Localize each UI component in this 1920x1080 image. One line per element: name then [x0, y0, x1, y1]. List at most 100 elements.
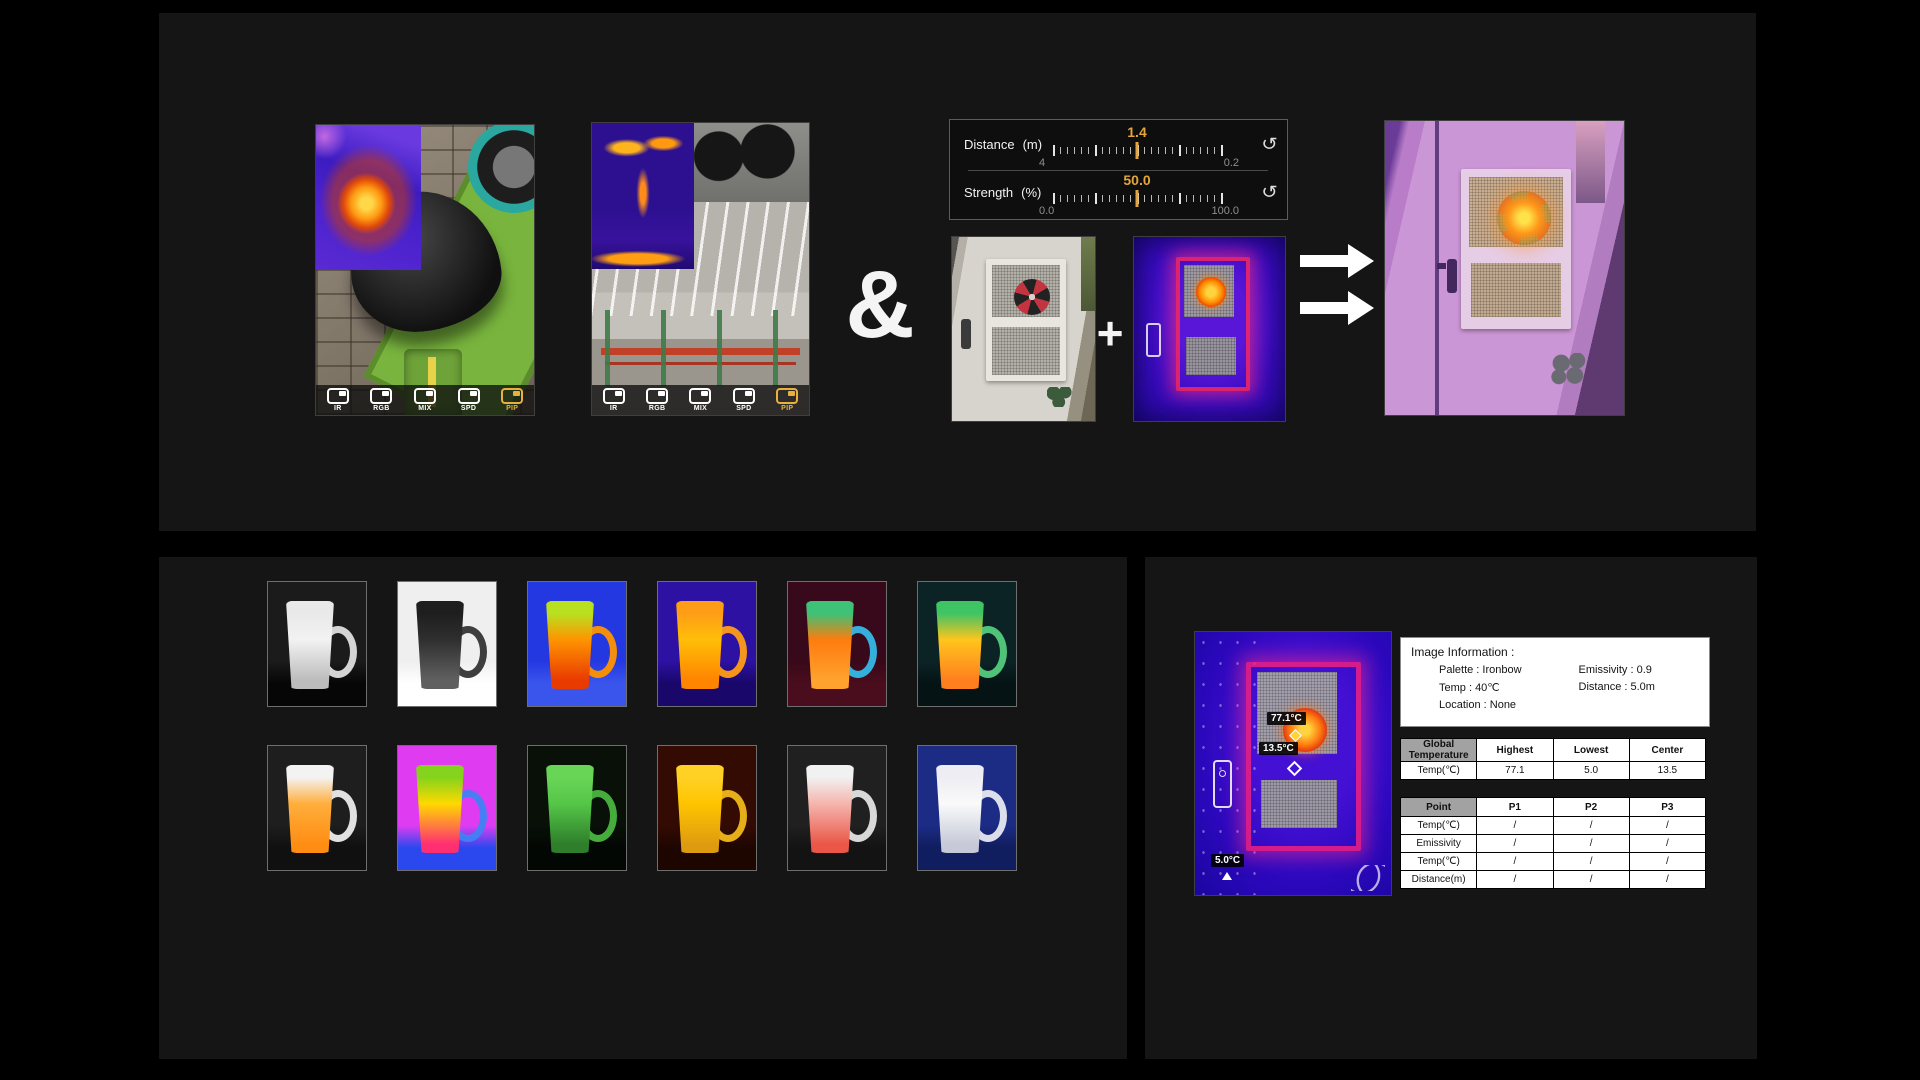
- ruler-tick: [1200, 195, 1201, 202]
- ruler-tick: [1074, 147, 1075, 154]
- table-row: Temp(℃)77.15.013.5: [1401, 762, 1706, 780]
- strength-value: 50.0: [1053, 172, 1221, 188]
- cell: /: [1629, 817, 1705, 835]
- mug-body: [415, 601, 465, 689]
- mode-button-spd[interactable]: SPD: [733, 388, 755, 412]
- mode-label: RGB: [373, 405, 389, 412]
- cell: /: [1553, 871, 1629, 889]
- mode-button-pip[interactable]: PIP: [501, 388, 523, 412]
- reset-icon[interactable]: ↺: [1261, 182, 1278, 203]
- ruler-tick: [1158, 195, 1159, 202]
- highest-temp-label: 77.1°C: [1267, 712, 1306, 725]
- mug-body: [285, 601, 335, 689]
- reset-icon[interactable]: ↺: [1261, 134, 1278, 155]
- table-row: Distance(m)///: [1401, 871, 1706, 889]
- analysis-thermal-image[interactable]: 77.1°C 13.5°C 5.0°C: [1194, 631, 1392, 896]
- column-header: P3: [1629, 798, 1705, 817]
- palette-mug-red-hot[interactable]: [787, 745, 887, 871]
- mug-shape: [788, 582, 886, 706]
- rack-posts: [605, 310, 796, 386]
- ruler-tick: [1123, 195, 1124, 202]
- mug-body: [805, 601, 855, 689]
- door-window-unit: [1176, 257, 1250, 391]
- door-handle: [1447, 259, 1457, 293]
- ruler-tick: [1158, 147, 1159, 154]
- row-header: Emissivity: [1401, 835, 1477, 853]
- cell: /: [1477, 835, 1553, 853]
- mode-button-ir[interactable]: IR: [327, 388, 349, 412]
- distance-ruler[interactable]: [1053, 142, 1221, 160]
- ruler-tick: [1081, 195, 1082, 202]
- leaf-decoration: [1550, 353, 1590, 387]
- mode-button-rgb[interactable]: RGB: [646, 388, 668, 412]
- door-lock: [1213, 760, 1232, 808]
- ruler-tick: [1214, 147, 1215, 154]
- pip-demo-photo-scooter[interactable]: IR RGB MIX SPD PIP: [315, 124, 535, 416]
- palette-mug-black-hot[interactable]: [397, 581, 497, 707]
- palette-mug-arctic[interactable]: [917, 745, 1017, 871]
- mode-label: IR: [610, 405, 618, 412]
- point-table: PointP1P2P3Temp(℃)///Emissivity///Temp(℃…: [1400, 797, 1706, 889]
- ruler-tick: [1214, 195, 1215, 202]
- foliage: [1081, 237, 1095, 311]
- slider-indicator[interactable]: [1136, 142, 1139, 159]
- mode-button-mix[interactable]: MIX: [414, 388, 436, 412]
- palette-mug-fusion[interactable]: [267, 745, 367, 871]
- mug-body: [935, 601, 985, 689]
- mode-label: PIP: [781, 405, 793, 412]
- ruler-tick: [1165, 147, 1166, 154]
- camera-mode-icon: [370, 388, 392, 404]
- mug-shape: [658, 582, 756, 706]
- pip-and-fusion-section: IRRGBMIXSPDPIP IRRGBMIXSPDPIP & Distance…: [159, 13, 1756, 531]
- right-arrow-icon: [1300, 291, 1374, 325]
- palette-grid-section: [159, 557, 1127, 1059]
- lower-mesh-window: [1261, 780, 1337, 828]
- ruler-tick: [1172, 147, 1173, 154]
- table-row: Emissivity///: [1401, 835, 1706, 853]
- point-table-grid: PointP1P2P3Temp(℃)///Emissivity///Temp(℃…: [1400, 797, 1706, 889]
- strength-ruler[interactable]: [1053, 190, 1221, 208]
- palette-mug-hi-contrast[interactable]: [397, 745, 497, 871]
- palette-mug-amber[interactable]: [657, 745, 757, 871]
- ruler-tick: [1193, 195, 1194, 202]
- mug-body: [545, 601, 595, 689]
- camera-mode-toolbar: IR RGB MIX SPD PIP: [592, 385, 809, 415]
- analysis-section: 77.1°C 13.5°C 5.0°C Image Information : …: [1145, 557, 1757, 1059]
- ruler-tick: [1067, 195, 1068, 202]
- mug-shape: [658, 746, 756, 870]
- camera-mode-icon: [689, 388, 711, 404]
- mode-label: SPD: [736, 405, 751, 412]
- ruler-tick: [1116, 195, 1117, 202]
- strength-max-label: 100.0: [1211, 205, 1239, 217]
- mode-button-pip[interactable]: PIP: [776, 388, 798, 412]
- pip-demo-photo-ceiling[interactable]: IR RGB MIX SPD PIP: [591, 122, 810, 416]
- palette-mug-green-hot[interactable]: [917, 581, 1017, 707]
- palette-mug-green-glow[interactable]: [527, 745, 627, 871]
- distance-max-label: 0.2: [1224, 157, 1239, 169]
- palette-mug-white-hot[interactable]: [267, 581, 367, 707]
- ruler-tick: [1130, 195, 1131, 202]
- palette-mug-rainbow[interactable]: [527, 581, 627, 707]
- ruler-tick: [1074, 195, 1075, 202]
- mode-button-spd[interactable]: SPD: [458, 388, 480, 412]
- cell: /: [1477, 853, 1553, 871]
- leaf-outline: [1351, 865, 1385, 891]
- ruler-tick: [1186, 147, 1187, 154]
- palette-mug-rainbow-hc[interactable]: [787, 581, 887, 707]
- slider-unit: (m): [1023, 137, 1043, 152]
- plus-separator: +: [1091, 305, 1129, 361]
- strength-slider: Strength(%) 50.0 0.0 100.0 ↺: [950, 171, 1287, 217]
- camera-mode-icon: [414, 388, 436, 404]
- mode-button-rgb[interactable]: RGB: [370, 388, 392, 412]
- mode-button-ir[interactable]: IR: [603, 388, 625, 412]
- distance-min-label: 4: [1039, 157, 1045, 169]
- mode-label: PIP: [506, 405, 518, 412]
- upper-mesh-window: [1469, 177, 1563, 247]
- background-sky: [1576, 121, 1605, 203]
- palette-mug-ironbow[interactable]: [657, 581, 757, 707]
- mode-button-mix[interactable]: MIX: [689, 388, 711, 412]
- mug-shape: [918, 582, 1016, 706]
- mug-shape: [268, 582, 366, 706]
- slider-indicator[interactable]: [1136, 190, 1139, 207]
- ruler-tick: [1172, 195, 1173, 202]
